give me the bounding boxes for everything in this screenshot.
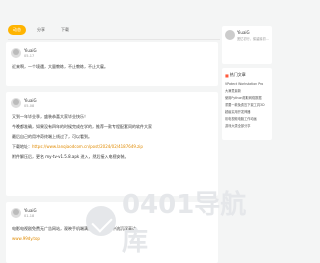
watermark-logo-icon xyxy=(86,206,116,236)
hot-articles: ■ 热门文章 VPatect Workstation Pro 大满贯最新 使用P… xyxy=(222,68,272,140)
hot-item[interactable]: 大满贯最新 xyxy=(225,88,241,93)
avatar[interactable] xyxy=(11,48,21,58)
feed-tabs: 动态 分享 下载 xyxy=(8,24,74,36)
post-card: YiuaiG 05-17 近来啊，一个境遇，大量教练，不止教练，不止大雇。 xyxy=(6,42,218,86)
post-author[interactable]: YiuaiG xyxy=(24,48,37,53)
post-date: 01-18 xyxy=(24,214,35,218)
tab-download[interactable]: 下载 xyxy=(56,25,74,35)
profile-name[interactable]: YiuaiG xyxy=(237,30,250,35)
tab-dynamic[interactable]: 动态 xyxy=(8,25,26,35)
post-text: 下载地址：https://www.lanqiaodcom.cn/post/202… xyxy=(12,144,143,150)
hot-item[interactable]: 重要一款免费压下载工具3D xyxy=(225,102,265,107)
profile-card: YiuaiG 宽忆初行，保留最初... xyxy=(222,26,272,64)
hot-item[interactable]: 游戏大类全部分享 xyxy=(225,123,251,128)
hot-item[interactable]: 超级实用开发神器 xyxy=(225,109,251,114)
post-card: YiuaiG 05-08 又到一年毕业季，盛装恭喜大家毕业快乐！ 今晚都准确，如… xyxy=(6,92,218,196)
avatar[interactable] xyxy=(11,208,21,218)
hot-item[interactable]: 使用Python爬取网络数据 xyxy=(225,95,262,100)
tab-share[interactable]: 分享 xyxy=(32,25,50,35)
hot-item[interactable]: VPatect Workstation Pro xyxy=(225,82,263,86)
profile-avatar[interactable] xyxy=(225,30,235,40)
post-author[interactable]: YiuaiG xyxy=(24,208,37,213)
post-date: 05-08 xyxy=(24,104,35,108)
download-label: 下载地址： xyxy=(12,144,32,149)
post-text: 今晚都准确，如果没有四年的时候完成在学的，推荐一款专程配套同的软件大家 xyxy=(12,124,152,129)
post-date: 05-17 xyxy=(24,54,35,58)
hot-item[interactable]: 彩电视频电脑工作动画 xyxy=(225,116,257,121)
hot-articles-title: ■ 热门文章 xyxy=(225,72,246,78)
download-link[interactable]: https://www.lanqiaodcom.cn/post/2024/02/… xyxy=(32,144,143,149)
post-text: 附件解压后，更名 my-tv-v1.5.8.apk 进入，然后接入电视安装。 xyxy=(12,154,129,159)
post-author[interactable]: YiuaiG xyxy=(24,98,37,103)
post-text: 最后自己的用冲奇终端上线过了，可以看到。 xyxy=(12,134,92,139)
watermark-text: 0401导航库 xyxy=(121,190,247,257)
post-text: 近来啊，一个境遇，大量教练，不止教练，不止大雇。 xyxy=(12,64,108,69)
watermark: 0401导航库 xyxy=(86,190,272,257)
post-text: 又到一年毕业季，盛装恭喜大家毕业快乐！ xyxy=(12,114,88,119)
fire-icon: ■ xyxy=(225,72,229,78)
hot-title-text: 热门文章 xyxy=(229,72,246,77)
website-link[interactable]: www.99dy.top xyxy=(12,236,40,241)
avatar[interactable] xyxy=(11,98,21,108)
tabs-divider xyxy=(8,39,220,40)
profile-desc: 宽忆初行，保留最初... xyxy=(237,37,269,41)
